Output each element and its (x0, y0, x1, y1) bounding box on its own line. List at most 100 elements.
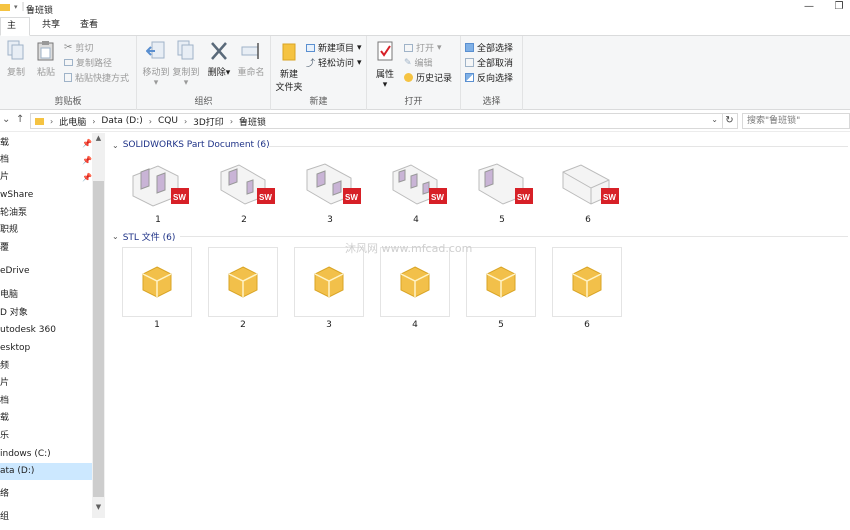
select-none-button[interactable]: 全部取消 (465, 56, 513, 69)
pin-icon[interactable]: 📌 (82, 152, 92, 169)
stl-thumbnail (294, 247, 364, 317)
qa-dropdown-icon[interactable]: ▾ (14, 3, 18, 11)
nav-item[interactable]: utodesk 360 (0, 322, 92, 339)
watermark: 沐风网 www.mfcad.com (345, 242, 473, 255)
nav-item[interactable]: 覆 (0, 240, 92, 257)
up-arrow-icon[interactable]: ↑ (16, 114, 24, 125)
breadcrumb-3d-print[interactable]: 3D打印 (193, 115, 224, 128)
pin-icon[interactable]: 📌 (82, 169, 92, 186)
solidworks-part-icon: SW (562, 164, 619, 205)
history-icon (404, 73, 413, 82)
copy-to-button[interactable]: 复制到▾ (171, 40, 201, 88)
file-item-stl-2[interactable]: 2 (207, 247, 279, 330)
nav-item[interactable]: D 对象 (0, 305, 92, 322)
nav-item[interactable]: 档 (0, 393, 92, 410)
nav-item[interactable]: 片 📌 (0, 169, 92, 186)
paste-shortcut-button[interactable]: 粘贴快捷方式 (64, 71, 129, 84)
file-item-sw-6[interactable]: SW 6 (548, 158, 628, 225)
nav-item[interactable]: 职规 (0, 222, 92, 239)
tab-view[interactable]: 查看 (74, 17, 104, 36)
breadcrumb-data-drive[interactable]: Data (D:) (101, 116, 142, 126)
tab-share[interactable]: 共享 (36, 17, 66, 36)
history-button[interactable]: 历史记录 (404, 71, 452, 84)
nav-item[interactable]: esktop (0, 340, 92, 357)
stl-cube-icon (228, 266, 258, 298)
copy-button[interactable]: 复制 (4, 40, 28, 78)
move-to-button[interactable]: 移动到▾ (141, 40, 171, 88)
nav-item[interactable]: 载 📌 (0, 135, 92, 152)
restore-button[interactable]: ❐ (832, 1, 846, 15)
file-item-stl-4[interactable]: 4 (379, 247, 451, 330)
group-header-stl[interactable]: ⌄ STL 文件 (6) (112, 230, 175, 243)
breadcrumb-cqu[interactable]: CQU (158, 116, 178, 126)
breadcrumb-luban-lock[interactable]: 鲁班锁 (239, 115, 266, 128)
nav-item[interactable]: 载 (0, 410, 92, 427)
breadcrumb-chevron-icon[interactable]: › (184, 117, 187, 126)
file-item-stl-6[interactable]: 6 (551, 247, 623, 330)
minimize-button[interactable]: — (802, 1, 816, 15)
nav-item-c-drive[interactable]: indows (C:) (0, 446, 92, 463)
copy-icon (7, 40, 24, 60)
recent-locations-chevron-icon[interactable]: ⌄ (2, 114, 10, 125)
collapse-chevron-icon[interactable]: ⌄ (112, 232, 119, 241)
stl-thumbnail (122, 247, 192, 317)
nav-item[interactable]: 频 (0, 358, 92, 375)
nav-item-d-drive[interactable]: ata (D:) (0, 463, 92, 480)
address-dropdown-icon[interactable]: ⌄ (711, 115, 718, 124)
nav-item-this-pc[interactable]: 电脑 (0, 287, 92, 304)
open-button[interactable]: 打开 ▾ (404, 41, 442, 54)
stl-cube-icon (314, 266, 344, 298)
nav-item[interactable]: 片 (0, 375, 92, 392)
breadcrumb-chevron-icon[interactable]: › (92, 117, 95, 126)
properties-button[interactable]: 属性 ▾ (373, 40, 397, 90)
invert-selection-button[interactable]: 反向选择 (465, 71, 513, 84)
nav-item-onedrive[interactable]: eDrive (0, 263, 92, 280)
copy-path-button[interactable]: 复制路径 (64, 56, 112, 69)
address-bar[interactable]: › 此电脑 › Data (D:) › CQU › 3D打印 › 鲁班锁 ⌄ (30, 113, 723, 129)
file-item-sw-5[interactable]: SW 5 (462, 158, 542, 225)
breadcrumb-chevron-icon[interactable]: › (149, 117, 152, 126)
edit-button[interactable]: ✎ 编辑 (404, 56, 433, 70)
select-all-button[interactable]: 全部选择 (465, 41, 513, 54)
easy-access-button[interactable]: ⤴ 轻松访问 ▾ (306, 56, 362, 70)
file-item-sw-2[interactable]: SW 2 (204, 158, 284, 225)
nav-item[interactable]: 乐 (0, 428, 92, 445)
refresh-button[interactable]: ↻ (722, 113, 738, 129)
stl-cube-icon (572, 266, 602, 298)
rename-button[interactable]: 重命名 (236, 40, 266, 78)
pin-icon[interactable]: 📌 (82, 135, 92, 152)
nav-scrollbar[interactable]: ▲ ▼ (92, 133, 105, 518)
file-item-sw-1[interactable]: SW 1 (118, 158, 198, 225)
file-label: 2 (241, 215, 247, 225)
scroll-up-icon[interactable]: ▲ (92, 134, 105, 142)
breadcrumb-this-pc[interactable]: 此电脑 (59, 115, 86, 128)
delete-button[interactable]: 删除▾ (207, 40, 231, 78)
file-item-sw-4[interactable]: SW 4 (376, 158, 456, 225)
cut-button[interactable]: ✂ 剪切 (64, 41, 93, 54)
nav-item-network[interactable]: 络 (0, 486, 92, 503)
breadcrumb-chevron-icon[interactable]: › (230, 117, 233, 126)
collapse-chevron-icon[interactable]: ⌄ (112, 141, 119, 150)
search-input[interactable]: 搜索"鲁班锁" (742, 113, 850, 129)
file-item-sw-3[interactable]: SW 3 (290, 158, 370, 225)
sw-badge: SW (259, 193, 272, 202)
paste-button[interactable]: 粘贴 (33, 40, 59, 78)
tab-home[interactable]: 主页 (0, 17, 30, 48)
scissors-icon: ✂ (64, 42, 73, 53)
stl-cube-icon (400, 266, 430, 298)
scrollbar-thumb[interactable] (93, 181, 104, 497)
file-item-stl-5[interactable]: 5 (465, 247, 537, 330)
nav-item[interactable]: 档 📌 (0, 152, 92, 169)
file-item-stl-3[interactable]: 3 (293, 247, 365, 330)
file-label: 4 (413, 215, 419, 225)
group-header-solidworks[interactable]: ⌄ SOLIDWORKS Part Document (6) (112, 140, 270, 150)
new-item-button[interactable]: 新建项目 ▾ (306, 41, 362, 54)
scroll-down-icon[interactable]: ▼ (92, 503, 105, 511)
stl-thumbnail (208, 247, 278, 317)
nav-item[interactable]: wShare (0, 187, 92, 204)
nav-item[interactable]: 轮油泵 (0, 205, 92, 222)
nav-item[interactable]: 组 (0, 509, 92, 526)
file-item-stl-1[interactable]: 1 (121, 247, 193, 330)
new-folder-button[interactable]: 新建 文件夹 (275, 40, 303, 93)
open-icon (404, 43, 413, 52)
